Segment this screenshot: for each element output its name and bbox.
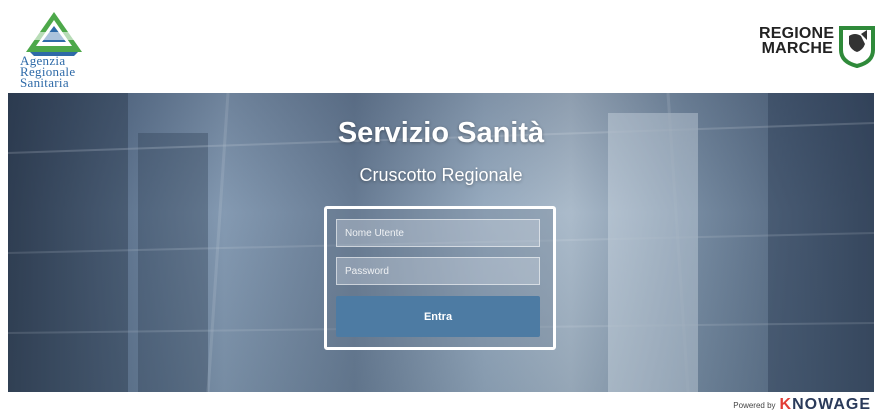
- page-subtitle: Cruscotto Regionale: [359, 165, 523, 185]
- login-form: Entra: [324, 206, 556, 350]
- rm-line-1: REGIONE: [759, 25, 835, 42]
- knowage-logo-k: K: [779, 396, 793, 413]
- header: Agenzia Regionale Sanitaria REGIONE MARC…: [0, 0, 879, 92]
- knowage-logo[interactable]: KNOWAGE: [780, 397, 871, 413]
- page-title: Servizio Sanità: [337, 117, 545, 149]
- ars-logo-text: Agenzia Regionale Sanitaria: [20, 54, 116, 90]
- powered-by-label: Powered by: [733, 401, 776, 410]
- rm-line-2: MARCHE: [761, 40, 833, 57]
- hero-background: Servizio Sanità Cruscotto Regionale Entr…: [8, 93, 874, 392]
- powered-by: Powered by KNOWAGE: [733, 395, 871, 413]
- username-input[interactable]: [336, 219, 540, 247]
- ars-line-3: Sanitaria: [20, 75, 69, 90]
- password-input[interactable]: [336, 257, 540, 285]
- ars-emblem-icon: [26, 12, 82, 56]
- login-button[interactable]: Entra: [336, 296, 540, 337]
- regione-marche-text: REGIONE MARCHE: [759, 25, 835, 57]
- regione-marche-emblem-icon: [839, 26, 875, 68]
- knowage-logo-rest: NOWAGE: [792, 396, 871, 413]
- agenzia-regionale-sanitaria-logo: Agenzia Regionale Sanitaria: [14, 4, 114, 90]
- regione-marche-logo: REGIONE MARCHE: [759, 20, 879, 78]
